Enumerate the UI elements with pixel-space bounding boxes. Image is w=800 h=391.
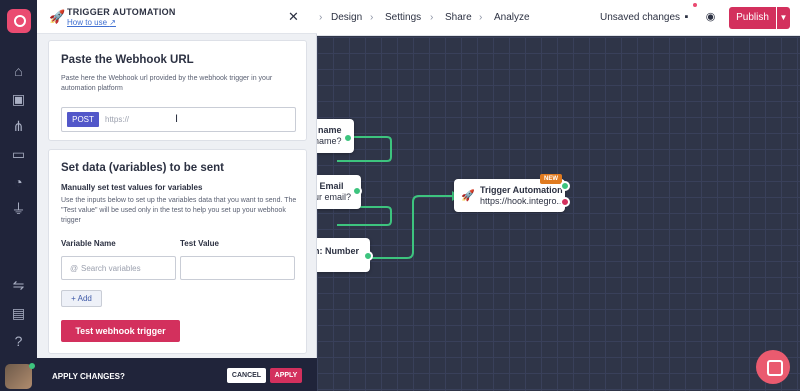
- app-logo[interactable]: [7, 9, 31, 33]
- node-subtitle: name?: [314, 136, 342, 146]
- crumb-separator: ›: [430, 12, 434, 23]
- tab-design[interactable]: Design: [331, 12, 362, 23]
- variable-search-input[interactable]: @ Search variables: [61, 256, 176, 280]
- unsaved-status: Unsaved changes: [600, 12, 681, 23]
- webhook-url-field[interactable]: POST https:// I: [61, 107, 296, 132]
- crumb-separator: ›: [370, 12, 374, 23]
- tab-settings[interactable]: Settings: [385, 12, 421, 23]
- how-to-use-link[interactable]: How to use ↗: [67, 18, 116, 27]
- node-subtitle: ur email?: [314, 192, 352, 202]
- rocket-icon: 🚀: [461, 190, 475, 202]
- test-value-label: Test Value: [180, 239, 219, 248]
- chat-support-icon[interactable]: [756, 350, 790, 384]
- broadcast-icon[interactable]: ⋔: [10, 118, 27, 135]
- node-title: : Email: [314, 181, 344, 191]
- node-subtitle: https://hook.integro...: [480, 196, 565, 206]
- help-icon[interactable]: ?: [10, 333, 27, 350]
- output-port-success[interactable]: [560, 181, 570, 191]
- home-icon[interactable]: ⌂: [10, 63, 27, 80]
- connector-lines: [337, 136, 460, 259]
- variables-help-text: Use the inputs below to set up the varia…: [61, 197, 297, 224]
- analytics-icon[interactable]: ◔: [10, 174, 27, 191]
- panel-title: TRIGGER AUTOMATION: [67, 7, 176, 17]
- node-title: n: Number: [314, 246, 359, 256]
- apply-changes-label: APPLY CHANGES?: [52, 372, 125, 381]
- node-title: name: [318, 125, 342, 135]
- text-cursor-icon: I: [175, 113, 179, 125]
- webhook-url-card: Paste the Webhook URL Paste here the Web…: [48, 40, 307, 141]
- save-icon[interactable]: ▪: [678, 9, 695, 26]
- crumb-separator: ›: [479, 12, 483, 23]
- variables-heading: Set data (variables) to be sent: [61, 162, 224, 174]
- close-icon[interactable]: ✕: [288, 9, 299, 25]
- http-method-tag: POST: [67, 112, 99, 127]
- apply-button[interactable]: APPLY: [270, 368, 302, 383]
- notification-dot: [693, 3, 697, 7]
- test-webhook-button[interactable]: Test webhook trigger: [61, 320, 180, 342]
- rocket-icon: 🚀: [49, 9, 66, 24]
- left-rail: ⌂ ▣ ⋔ ▭ ◔ ⏚ ⇋ ▤ ?: [0, 0, 37, 391]
- url-placeholder: https://: [105, 115, 130, 124]
- variables-subheading: Manually set test values for variables: [61, 183, 203, 192]
- node-title: Trigger Automation: [480, 185, 563, 195]
- at-icon: @: [70, 264, 79, 273]
- connector-line: [337, 206, 392, 226]
- test-value-input[interactable]: [180, 256, 295, 280]
- apply-changes-bar: APPLY CHANGES? CANCEL APPLY: [37, 358, 317, 391]
- output-port-failure[interactable]: [560, 197, 570, 207]
- variable-search-placeholder: Search variables: [81, 264, 141, 273]
- add-variable-button[interactable]: + Add: [61, 290, 102, 307]
- tab-analyze[interactable]: Analyze: [494, 12, 530, 23]
- publish-button[interactable]: Publish: [729, 7, 776, 29]
- avatar[interactable]: [5, 364, 32, 389]
- flow-canvas[interactable]: [317, 37, 800, 391]
- output-port[interactable]: [363, 251, 373, 261]
- new-badge: NEW: [540, 174, 562, 184]
- output-port[interactable]: [352, 186, 362, 196]
- chat-icon[interactable]: ▭: [10, 146, 27, 163]
- connector-line: [367, 195, 452, 259]
- how-to-use-label: How to use: [67, 18, 108, 27]
- webhook-heading: Paste the Webhook URL: [61, 54, 194, 66]
- wallet-icon[interactable]: ▤: [10, 305, 27, 322]
- webhook-help-text: Paste here the Webhook url provided by t…: [61, 75, 273, 92]
- panel-header: 🚀 TRIGGER AUTOMATION How to use ↗ ✕: [37, 0, 317, 34]
- tab-share[interactable]: Share: [445, 12, 472, 23]
- top-bar: › Design › Settings › Share › Analyze Un…: [317, 0, 800, 36]
- external-link-icon: ↗: [109, 18, 116, 27]
- trigger-automation-panel: 🚀 TRIGGER AUTOMATION How to use ↗ ✕ Past…: [37, 0, 317, 358]
- crumb-separator: ›: [319, 12, 323, 23]
- handshake-icon[interactable]: ⇋: [10, 277, 27, 294]
- output-port[interactable]: [343, 133, 353, 143]
- online-status-dot: [29, 363, 35, 369]
- chevron-down-icon[interactable]: ▼: [777, 7, 790, 29]
- preview-eye-icon[interactable]: ◉: [702, 9, 719, 26]
- cancel-button[interactable]: CANCEL: [227, 368, 266, 383]
- integrations-icon[interactable]: ⏚: [10, 201, 27, 218]
- bot-icon[interactable]: ▣: [10, 91, 27, 108]
- variable-name-label: Variable Name: [61, 239, 116, 248]
- variables-card: Set data (variables) to be sent Manually…: [48, 149, 307, 354]
